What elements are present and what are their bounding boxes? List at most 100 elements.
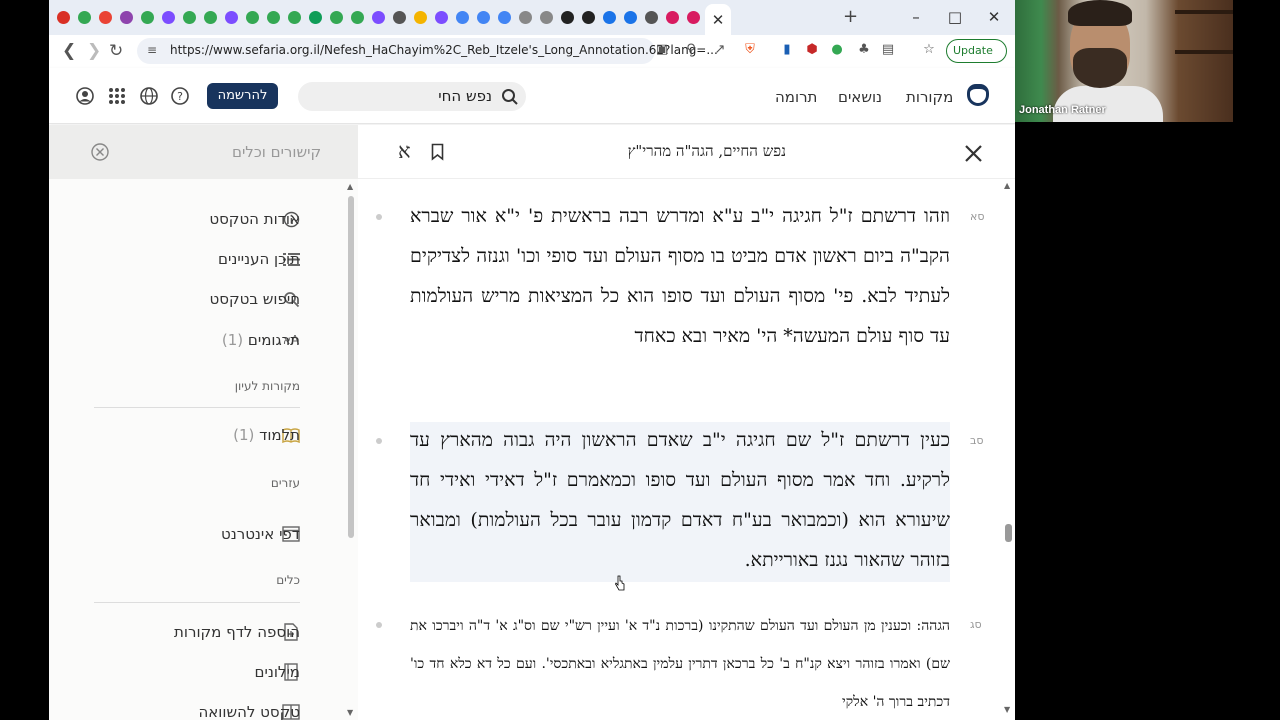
profile-icon[interactable] <box>75 86 95 106</box>
browser-tab[interactable] <box>663 6 682 28</box>
zoom-icon[interactable]: ⚲ <box>684 42 698 57</box>
connections-panel: קישורים וכלים אודות הטקסט תוכן העניינים … <box>49 125 358 720</box>
section-sources-heading: מקורות לעיון <box>234 379 300 393</box>
close-icon[interactable]: ✕ <box>712 11 725 29</box>
browser-tab[interactable] <box>117 6 136 28</box>
browser-tab[interactable] <box>222 6 241 28</box>
browser-tab[interactable] <box>537 6 556 28</box>
new-tab-button[interactable]: + <box>843 6 858 27</box>
sefaria-logo[interactable] <box>967 84 989 106</box>
display-settings-icon[interactable]: א <box>398 139 411 164</box>
browser-tab[interactable] <box>348 6 367 28</box>
browser-tab[interactable] <box>96 6 115 28</box>
share-icon[interactable]: ↗ <box>713 42 727 57</box>
help-icon[interactable]: ? <box>170 86 190 106</box>
extensions-puzzle-icon[interactable]: ♣ <box>857 42 871 57</box>
browser-tab[interactable] <box>642 6 661 28</box>
sidebar-scrollbar-thumb[interactable] <box>348 196 354 538</box>
language-globe-icon[interactable] <box>139 86 159 106</box>
minimize-icon[interactable]: – <box>901 4 931 30</box>
tab-favicon-icon <box>330 10 343 24</box>
browser-tab[interactable] <box>411 6 430 28</box>
update-button[interactable]: Update ☰ <box>946 39 1007 79</box>
translations-count: (1) <box>221 331 244 349</box>
close-icon[interactable] <box>964 144 983 163</box>
sidebar-item-search-in-text[interactable]: חיפוש בטקסט <box>209 290 300 308</box>
tab-favicon-icon <box>141 10 154 24</box>
close-panel-icon[interactable] <box>90 142 110 162</box>
address-bar[interactable]: ≡ https://www.sefaria.org.il/Nefesh_HaCh… <box>137 38 718 64</box>
search-icon[interactable] <box>501 88 519 106</box>
site-search-input[interactable]: נפש החי <box>298 82 526 111</box>
browser-tab[interactable] <box>243 6 262 28</box>
browser-tab[interactable] <box>369 6 388 28</box>
text-segment[interactable]: הגהה: וכענין מן העולם ועד העולם שהתקינו … <box>410 607 950 720</box>
browser-tab[interactable] <box>390 6 409 28</box>
text-segment-highlighted[interactable]: כעין דרשתם ז"ל שם חגיגה י"ב שאדם הראשון … <box>410 420 950 580</box>
site-info-icon[interactable]: ≡ <box>147 43 157 57</box>
sidebar-item-web-pages[interactable]: דפי אינטרנט <box>221 525 300 543</box>
reader-title[interactable]: נפש החיים, הגה"ה מהרי"ץ <box>628 142 786 161</box>
browser-tab[interactable] <box>306 6 325 28</box>
reader-scrollbar[interactable]: ▲ ▼ <box>1003 180 1015 720</box>
browser-tab[interactable] <box>558 6 577 28</box>
video-participant-tile: Jonathan Ratner <box>1015 0 1233 122</box>
browser-tab[interactable] <box>621 6 640 28</box>
bookmark-icon[interactable] <box>431 143 444 161</box>
extension-icon[interactable]: ● <box>830 42 844 57</box>
sidebar-scrollbar[interactable]: ▲ ▼ <box>347 182 356 720</box>
back-icon[interactable]: ❮ <box>62 41 76 61</box>
nav-topics-link[interactable]: נושאים <box>838 88 882 106</box>
sidebar-item-dictionaries[interactable]: מילונים <box>255 663 300 681</box>
sidebar-item-toc[interactable]: תוכן העניינים <box>218 250 300 268</box>
brave-shield-icon[interactable]: ⛨ <box>743 42 757 57</box>
browser-tab[interactable] <box>201 6 220 28</box>
window-close-icon[interactable]: ✕ <box>979 4 1009 30</box>
reload-icon[interactable]: ↻ <box>109 41 123 61</box>
nav-texts-link[interactable]: מקורות <box>906 88 953 106</box>
browser-tab[interactable] <box>54 6 73 28</box>
password-manager-icon[interactable]: ▮ <box>780 42 794 57</box>
browser-tab[interactable] <box>600 6 619 28</box>
sidebar-item-compare-text[interactable]: טקסט להשוואה <box>198 703 300 720</box>
browser-tab[interactable] <box>474 6 493 28</box>
browser-tab[interactable] <box>432 6 451 28</box>
nav-donate-link[interactable]: תרומה <box>775 88 817 106</box>
text-segment[interactable]: וזהו דרשתם ז"ל חגיגה י"ב ע"א ומדרש רבה ב… <box>410 196 950 356</box>
browser-tab[interactable] <box>579 6 598 28</box>
adblock-icon[interactable]: ⬢ <box>805 42 819 57</box>
browser-tab[interactable] <box>264 6 283 28</box>
signup-button[interactable]: להרשמה <box>207 83 278 109</box>
browser-tab[interactable] <box>138 6 157 28</box>
search-value: נפש החי <box>438 87 492 105</box>
tab-favicon-icon <box>78 10 91 24</box>
sidebar-item-about[interactable]: אודות הטקסט <box>209 210 300 228</box>
apps-grid-icon[interactable] <box>108 87 126 105</box>
sidebar-item-translations[interactable]: תרגומים (1) <box>222 331 300 349</box>
tab-favicon-icon <box>99 10 112 24</box>
browser-tab[interactable] <box>495 6 514 28</box>
browser-tab[interactable] <box>285 6 304 28</box>
tab-favicon-icon <box>498 10 511 24</box>
connections-panel-header: קישורים וכלים <box>49 125 358 179</box>
browser-tab[interactable] <box>159 6 178 28</box>
url-text: https://www.sefaria.org.il/Nefesh_HaChay… <box>170 43 718 57</box>
browser-tab[interactable] <box>453 6 472 28</box>
tab-favicon-icon <box>267 10 280 24</box>
browser-tab[interactable] <box>75 6 94 28</box>
browser-tab[interactable] <box>516 6 535 28</box>
browser-tab[interactable] <box>180 6 199 28</box>
sidebar-panel-icon[interactable]: ▤ <box>881 42 895 57</box>
browser-tab-active[interactable]: ✕ <box>705 4 731 35</box>
reader-scrollbar-thumb[interactable] <box>1005 524 1012 542</box>
bookmark-star-icon[interactable]: ☆ <box>922 42 936 57</box>
browser-tab[interactable] <box>327 6 346 28</box>
sidebar-item-talmud[interactable]: תלמוד (1) <box>233 426 300 444</box>
browser-tab[interactable] <box>684 6 703 28</box>
forward-icon[interactable]: ❯ <box>87 41 101 61</box>
segment-number: סג <box>970 618 982 631</box>
tab-favicon-icon <box>603 10 616 24</box>
install-app-icon[interactable]: ▣ <box>655 42 669 57</box>
sidebar-item-add-to-sheet[interactable]: הוספה לדף מקורות <box>174 623 300 641</box>
maximize-icon[interactable]: □ <box>940 4 970 30</box>
